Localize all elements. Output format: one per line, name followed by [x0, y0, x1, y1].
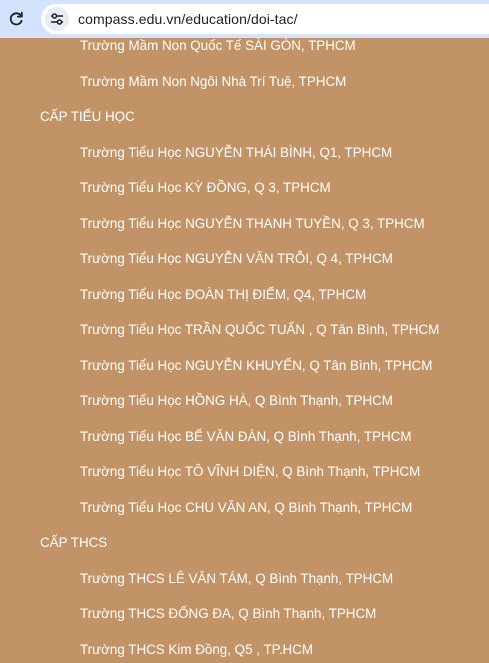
reload-icon [9, 11, 23, 26]
partner-school-item: Trường Tiểu Học NGUYỄN THÁI BÌNH, Q1, TP… [80, 144, 393, 160]
address-bar[interactable]: compass.edu.vn/education/doi-tac/ [41, 4, 489, 34]
partner-school-item: Trường Tiểu Học TÔ VĨNH DIỆN, Q Bình Thạ… [80, 464, 421, 479]
url-text[interactable]: compass.edu.vn/education/doi-tac/ [78, 11, 298, 27]
partner-school-item: Trường Tiểu Học CHU VĂN AN, Q Bình Thạnh… [80, 499, 413, 515]
partner-school-item: Trường Tiểu Học NGUYỄN THANH TUYỀN, Q 3,… [80, 215, 425, 231]
partner-school-item: Trường Tiểu Học ĐOÀN THỊ ĐIỂM, Q4, TPHCM [80, 286, 367, 302]
partner-school-item: Trường Tiểu Học NGUYỄN KHUYẾN, Q Tân Bìn… [80, 357, 433, 373]
partner-school-item: Trường Tiểu Học TRẦN QUỐC TUẤN , Q Tân B… [80, 322, 440, 337]
partner-school-item: Trường THCS LÊ VĂN TÁM, Q Bình Thạnh, TP… [80, 570, 394, 586]
partner-school-item: Trường Tiểu Học KỲ ĐỒNG, Q 3, TPHCM [80, 180, 331, 195]
partner-school-item: Trường Mầm Non Quốc Tế SÀI GÒN, TPHCM [80, 38, 356, 53]
browser-toolbar: compass.edu.vn/education/doi-tac/ [0, 0, 489, 38]
partner-school-item: Trường Tiểu Học BẾ VĂN ĐÀN, Q Bình Thạnh… [80, 428, 412, 444]
reload-button[interactable] [6, 9, 26, 29]
partner-school-item: Trường Mầm Non Ngôi Nhà Trí Tuệ, TPHCM [80, 73, 347, 89]
site-info-icon [50, 13, 64, 25]
partner-school-item: Trường THCS Kim Đồng, Q5 , TP.HCM [80, 641, 314, 657]
partner-school-item: Trường Tiểu Học NGUYỄN VĂN TRỖI, Q 4, TP… [80, 251, 393, 266]
partner-school-item: Trường Tiểu Học HỒNG HÀ, Q Bình Thạnh, T… [80, 393, 393, 408]
site-info-button[interactable] [45, 7, 69, 31]
page-content: Trường Mầm Non Quốc Tế SÀI GÒN, TPHCM Trư… [0, 38, 489, 663]
section-heading: CẤP THCS [40, 535, 108, 550]
section-heading: CẤP TIỂU HỌC [40, 109, 135, 124]
partner-school-item: Trường THCS ĐỐNG ĐA, Q Bình Thạnh, TPHCM [80, 606, 377, 621]
